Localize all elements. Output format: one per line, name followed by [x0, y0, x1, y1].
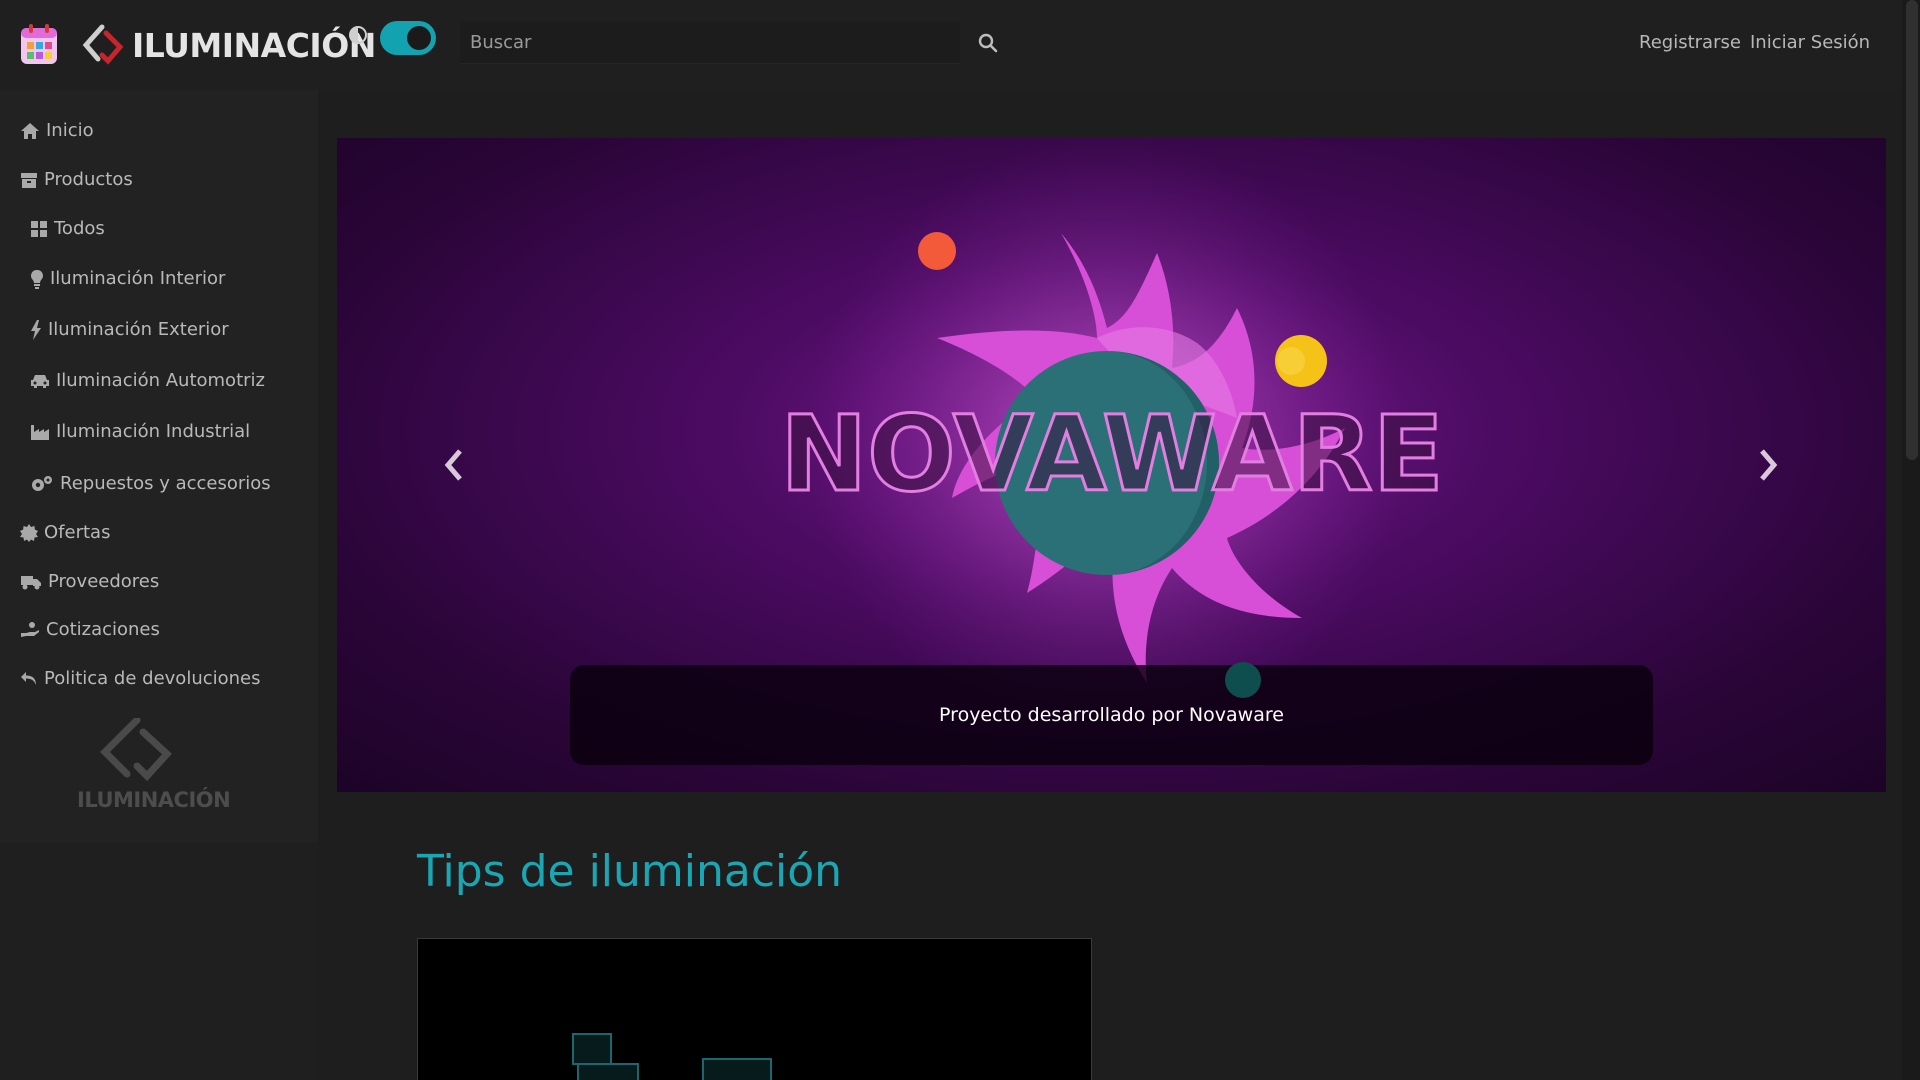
top-navbar: ILUMINACIÓN Registrarse Iniciar Sesión	[0, 0, 1902, 90]
box-icon	[21, 172, 37, 188]
sidebar-footer-logo: ILUMINACIÓN	[75, 716, 231, 818]
sidebar-item-label: Ofertas	[44, 522, 111, 543]
bolt-icon	[31, 319, 41, 340]
brand-logo[interactable]: ILUMINACIÓN	[80, 20, 376, 70]
sidebar-item-iluminacion-exterior[interactable]: Iluminación Exterior	[30, 319, 229, 340]
sidebar-item-cotizaciones[interactable]: Cotizaciones	[20, 619, 160, 640]
sidebar-item-label: Proveedores	[48, 571, 160, 592]
sidebar-item-proveedores[interactable]: Proveedores	[20, 571, 159, 592]
dark-mode-toggle[interactable]	[380, 21, 436, 55]
search-input[interactable]	[460, 22, 960, 64]
lightbulb-icon	[31, 269, 43, 289]
sidebar-item-label: Iluminación Automotriz	[56, 370, 265, 391]
truck-icon	[21, 575, 41, 589]
toggle-knob	[407, 26, 431, 50]
search-icon[interactable]	[978, 33, 998, 53]
sidebar-item-ofertas[interactable]: Ofertas	[20, 522, 110, 543]
carousel-next-icon[interactable]	[1756, 445, 1782, 485]
login-link[interactable]: Iniciar Sesión	[1750, 32, 1870, 53]
sidebar-item-label: Inicio	[46, 120, 94, 141]
sidebar-item-label: Iluminación Interior	[50, 268, 226, 289]
hero-title: NOVAWARE	[780, 393, 1444, 515]
sidebar-item-label: Iluminación Industrial	[56, 421, 251, 442]
sidebar-item-todos[interactable]: Todos	[30, 218, 105, 239]
sidebar-item-productos[interactable]: Productos	[20, 169, 133, 190]
carousel-caption-text: Proyecto desarrollado por Novaware	[939, 704, 1284, 726]
sidebar-item-iluminacion-industrial[interactable]: Iluminación Industrial	[30, 421, 250, 442]
sidebar-item-label: Repuestos y accesorios	[60, 473, 271, 494]
sidebar-item-iluminacion-automotriz[interactable]: Iluminación Automotriz	[30, 370, 265, 391]
sidebar-item-repuestos[interactable]: Repuestos y accesorios	[30, 473, 271, 494]
page-scrollbar-thumb[interactable]	[1906, 0, 1918, 460]
sidebar-footer-logo-text: ILUMINACIÓN	[77, 788, 231, 812]
gears-icon	[32, 475, 52, 491]
sidebar: Inicio Productos Todos Iluminación Inter…	[0, 90, 318, 842]
calendar-app-icon[interactable]	[20, 23, 58, 65]
hand-coin-icon	[21, 621, 39, 637]
factory-icon	[31, 424, 49, 440]
sidebar-item-label: Cotizaciones	[46, 619, 160, 640]
brand-mark-icon	[82, 24, 124, 65]
badge-icon	[20, 523, 38, 542]
tip-card[interactable]	[417, 938, 1092, 1080]
tip-card-image	[572, 1033, 772, 1080]
sidebar-item-devoluciones[interactable]: Politica de devoluciones	[20, 668, 261, 689]
contrast-icon	[349, 26, 367, 44]
sidebar-item-label: Todos	[54, 218, 105, 239]
register-link[interactable]: Registrarse	[1639, 32, 1741, 53]
sidebar-item-iluminacion-interior[interactable]: Iluminación Interior	[30, 268, 225, 289]
carousel-caption: Proyecto desarrollado por Novaware	[570, 665, 1653, 765]
brand-name: ILUMINACIÓN	[132, 25, 376, 65]
home-icon	[21, 122, 39, 139]
sidebar-item-label: Iluminación Exterior	[48, 319, 229, 340]
sidebar-item-inicio[interactable]: Inicio	[20, 120, 94, 141]
undo-icon	[21, 671, 36, 685]
sidebar-item-label: Productos	[44, 169, 133, 190]
section-title: Tips de iluminación	[417, 846, 843, 897]
sidebar-item-label: Politica de devoluciones	[44, 668, 261, 689]
carousel-indicator[interactable]	[1225, 662, 1261, 698]
carousel-prev-icon[interactable]	[440, 445, 466, 485]
car-icon	[31, 374, 49, 388]
grid-icon	[31, 220, 47, 237]
